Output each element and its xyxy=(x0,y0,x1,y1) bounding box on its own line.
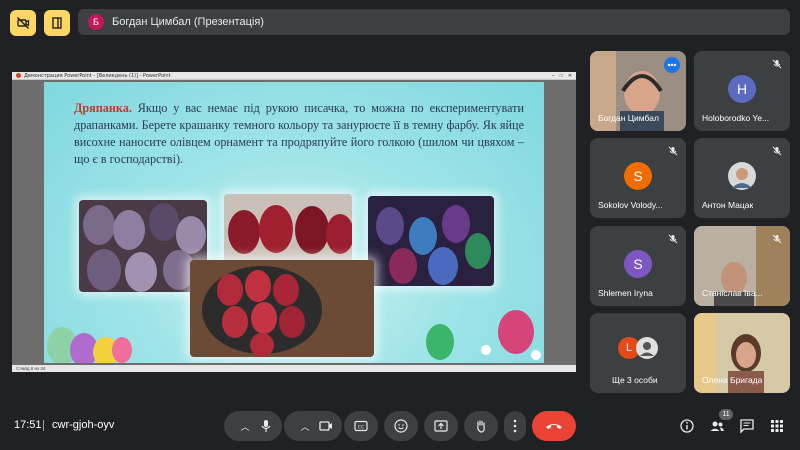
presenter-avatar: Б xyxy=(88,14,104,30)
camera-control-group[interactable]: ︿ xyxy=(284,411,342,441)
participant-avatar: S xyxy=(624,162,652,190)
slide-text: Дряпанка. Якщо у вас немає під рукою пис… xyxy=(74,100,524,168)
slide-keyword: Дряпанка. xyxy=(74,101,132,115)
raise-hand-icon xyxy=(477,420,485,433)
egg-photo-2 xyxy=(224,194,352,264)
mic-off-icon xyxy=(666,144,680,158)
phone-hangup-icon xyxy=(546,424,562,429)
microphone-icon[interactable] xyxy=(258,418,274,434)
powerpoint-icon xyxy=(16,73,21,78)
participant-tile-anton[interactable]: Антон Мацак xyxy=(694,138,790,218)
layout-icon xyxy=(52,17,62,29)
slide: Дряпанка. Якщо у вас немає під рукою пис… xyxy=(44,82,544,363)
participant-photo-avatar xyxy=(728,162,756,190)
mic-off-icon xyxy=(770,57,784,71)
camera-off-toggle-button[interactable] xyxy=(10,10,36,36)
chat-icon xyxy=(740,419,754,434)
present-screen-icon xyxy=(434,420,448,432)
meeting-details-button[interactable] xyxy=(678,417,696,435)
more-options-button[interactable] xyxy=(504,411,526,441)
participant-name: Богдан Цимбал xyxy=(598,113,659,123)
participant-avatar: S xyxy=(624,250,652,278)
info-icon xyxy=(680,419,694,433)
people-button[interactable] xyxy=(708,417,726,435)
participant-tile-olena[interactable]: Олена Бригада xyxy=(694,313,790,393)
chat-button[interactable] xyxy=(738,417,756,435)
raise-hand-button[interactable] xyxy=(464,411,498,441)
participant-name: Ще 3 особи xyxy=(612,375,658,385)
participant-tile-stanislav[interactable]: Станіслав Іва... xyxy=(694,226,790,306)
layout-button[interactable] xyxy=(44,10,70,36)
participant-name: Holoborodko Ye... xyxy=(702,113,770,123)
decor-eggs-right xyxy=(426,310,541,360)
participant-tile-bogdan[interactable]: Богдан Цимбал xyxy=(590,51,686,131)
participant-name: Станіслав Іва... xyxy=(702,288,763,298)
participant-photo-avatar xyxy=(636,337,658,359)
mic-off-icon xyxy=(770,232,784,246)
participant-tile-holoborodko[interactable]: H Holoborodko Ye... xyxy=(694,51,790,131)
people-icon xyxy=(710,421,724,431)
participant-avatar: H xyxy=(728,75,756,103)
top-bar: Б Богдан Цимбал (Презентація) xyxy=(0,0,800,46)
bottom-bar: 17:51 cwr-gjoh-oyv ︿ ︿ CC 11 xyxy=(0,404,800,450)
mic-off-icon xyxy=(666,232,680,246)
svg-text:CC: CC xyxy=(358,425,364,431)
emoji-icon xyxy=(394,419,408,433)
apps-grid-icon xyxy=(771,420,783,432)
powerpoint-title-bar: Демонстрация PowerPoint - [Великдень (1)… xyxy=(12,72,576,80)
powerpoint-status-bar: Слайд 8 из 34 xyxy=(12,365,576,372)
presentation-stage[interactable]: Демонстрация PowerPoint - [Великдень (1)… xyxy=(12,72,576,372)
egg-photo-4 xyxy=(190,260,374,357)
participant-name: Shlemen Iryna xyxy=(598,288,653,298)
participant-tile-shlemen[interactable]: S Shlemen Iryna xyxy=(590,226,686,306)
activities-button[interactable] xyxy=(768,417,786,435)
meeting-code: cwr-gjoh-oyv xyxy=(52,419,115,431)
egg-photo-3 xyxy=(368,196,494,286)
slide-body: Якщо у вас немає під рукою писачка, то м… xyxy=(74,101,524,166)
reactions-button[interactable] xyxy=(384,411,418,441)
more-dots-icon xyxy=(667,63,677,67)
mic-options-chevron-icon[interactable]: ︿ xyxy=(232,420,258,433)
decor-eggs-left xyxy=(47,327,132,363)
slide-area: Дряпанка. Якщо у вас немає під рукою пис… xyxy=(12,80,576,365)
participant-name: Олена Бригада xyxy=(702,375,763,385)
powerpoint-window-title: Демонстрация PowerPoint - [Великдень (1)… xyxy=(24,72,171,79)
present-screen-button[interactable] xyxy=(424,411,458,441)
more-vert-icon xyxy=(513,419,517,433)
participant-tile-others[interactable]: L Ще 3 особи xyxy=(590,313,686,393)
mic-control-group[interactable]: ︿ xyxy=(224,411,282,441)
video-camera-icon[interactable] xyxy=(318,418,334,434)
slide-counter: Слайд 8 из 34 xyxy=(16,366,46,371)
divider xyxy=(43,420,44,431)
participant-name: Sokolov Volody... xyxy=(598,200,663,210)
closed-captions-icon: CC xyxy=(354,420,368,432)
presenter-label: Богдан Цимбал (Презентація) xyxy=(112,16,264,28)
video-off-icon xyxy=(17,17,30,29)
end-call-button[interactable] xyxy=(532,411,576,441)
window-controls: – □ ✕ xyxy=(551,72,572,79)
egg-photo-1 xyxy=(79,200,207,292)
participant-tile-sokolov[interactable]: S Sokolov Volody... xyxy=(590,138,686,218)
participant-name: Антон Мацак xyxy=(702,200,754,210)
captions-button[interactable]: CC xyxy=(344,411,378,441)
mic-off-icon xyxy=(770,144,784,158)
camera-options-chevron-icon[interactable]: ︿ xyxy=(292,420,318,433)
presenter-chip[interactable]: Б Богдан Цимбал (Презентація) xyxy=(78,9,790,35)
clock: 17:51 xyxy=(14,419,42,431)
more-options-button[interactable] xyxy=(664,57,680,73)
